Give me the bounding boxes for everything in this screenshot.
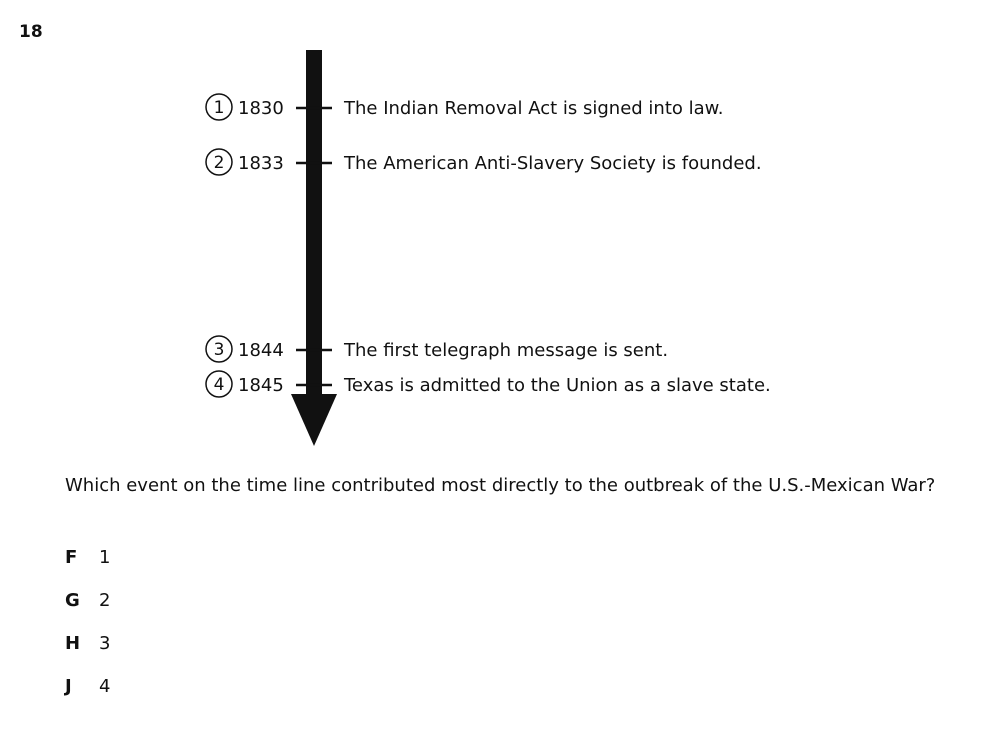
event-year: 1845 [238, 375, 284, 396]
answer-choice-h[interactable]: H 3 [65, 633, 110, 655]
timeline-event-4: 4 1845 Texas is admitted to the Union as… [205, 370, 771, 398]
timeline-event-1: 1 1830 The Indian Removal Act is signed … [205, 93, 723, 121]
choice-value: 2 [99, 590, 111, 611]
event-year: 1844 [238, 340, 284, 361]
event-description: The Indian Removal Act is signed into la… [343, 98, 723, 119]
timeline-event-3: 3 1844 The first telegraph message is se… [205, 335, 668, 363]
choice-value: 4 [99, 676, 111, 697]
timeline-arrow-head [291, 394, 337, 446]
event-description: The first telegraph message is sent. [343, 340, 668, 361]
question-text: Which event on the time line contributed… [65, 475, 936, 496]
timeline-event-2: 2 1833 The American Anti-Slavery Society… [205, 148, 762, 176]
timeline-diagram: 1 1830 The Indian Removal Act is signed … [205, 50, 771, 446]
event-description: Texas is admitted to the Union as a slav… [343, 375, 771, 396]
marker-number: 3 [214, 340, 225, 360]
choice-letter: F [65, 547, 78, 568]
answer-choice-j[interactable]: J 4 [65, 676, 110, 698]
answer-choice-g[interactable]: G 2 [65, 590, 110, 612]
choice-letter: G [65, 590, 80, 611]
event-year: 1833 [238, 153, 284, 174]
choice-letter: H [65, 633, 81, 654]
marker-number: 1 [214, 98, 225, 118]
choice-letter: J [65, 676, 72, 697]
marker-number: 4 [214, 375, 225, 395]
answer-choice-f[interactable]: F 1 [65, 547, 110, 569]
marker-number: 2 [214, 153, 225, 173]
event-year: 1830 [238, 98, 284, 119]
event-description: The American Anti-Slavery Society is fou… [343, 153, 762, 174]
choice-value: 3 [99, 633, 111, 654]
choice-value: 1 [99, 547, 111, 568]
